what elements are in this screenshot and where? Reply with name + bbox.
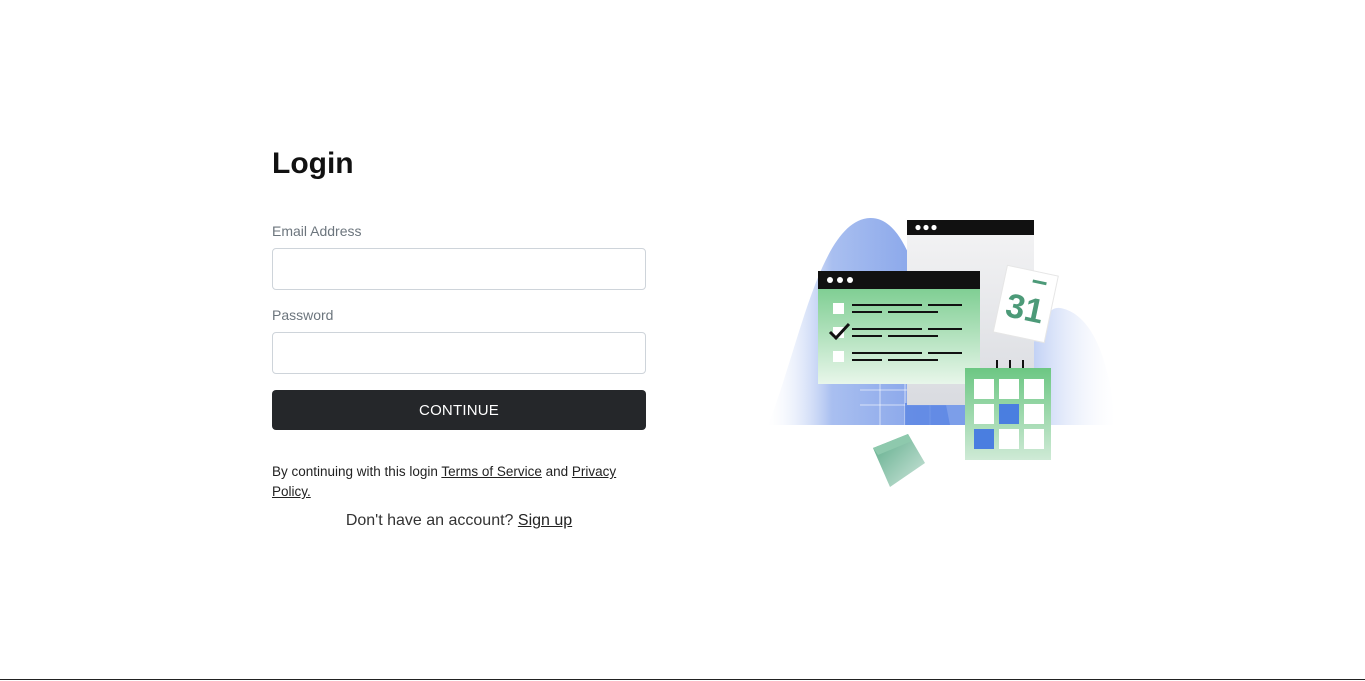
- terms-middle: and: [541, 464, 572, 479]
- checklist-window: [818, 271, 980, 384]
- terms-of-service-link[interactable]: Terms of Service: [441, 464, 542, 479]
- terms-prefix: By continuing with this login: [272, 464, 442, 479]
- email-label: Email Address: [272, 223, 362, 239]
- terms-notice: By continuing with this login Terms of S…: [272, 462, 646, 502]
- signup-prompt: Don't have an account? Sign up: [272, 512, 646, 530]
- password-field[interactable]: [272, 332, 646, 374]
- email-field[interactable]: [272, 248, 646, 290]
- signup-link[interactable]: Sign up: [518, 512, 572, 529]
- login-illustration: 31: [768, 217, 1115, 487]
- password-label: Password: [272, 307, 334, 323]
- calendar-day: 31: [1002, 286, 1047, 331]
- login-page: Login Email Address Password CONTINUE By…: [0, 0, 1365, 680]
- signup-prefix: Don't have an account?: [345, 512, 518, 529]
- calendar-grid: [965, 360, 1051, 460]
- page-title: Login: [272, 147, 354, 180]
- login-form: Login Email Address Password CONTINUE By…: [272, 140, 646, 530]
- cube-shape: [873, 434, 925, 487]
- continue-button[interactable]: CONTINUE: [272, 390, 646, 430]
